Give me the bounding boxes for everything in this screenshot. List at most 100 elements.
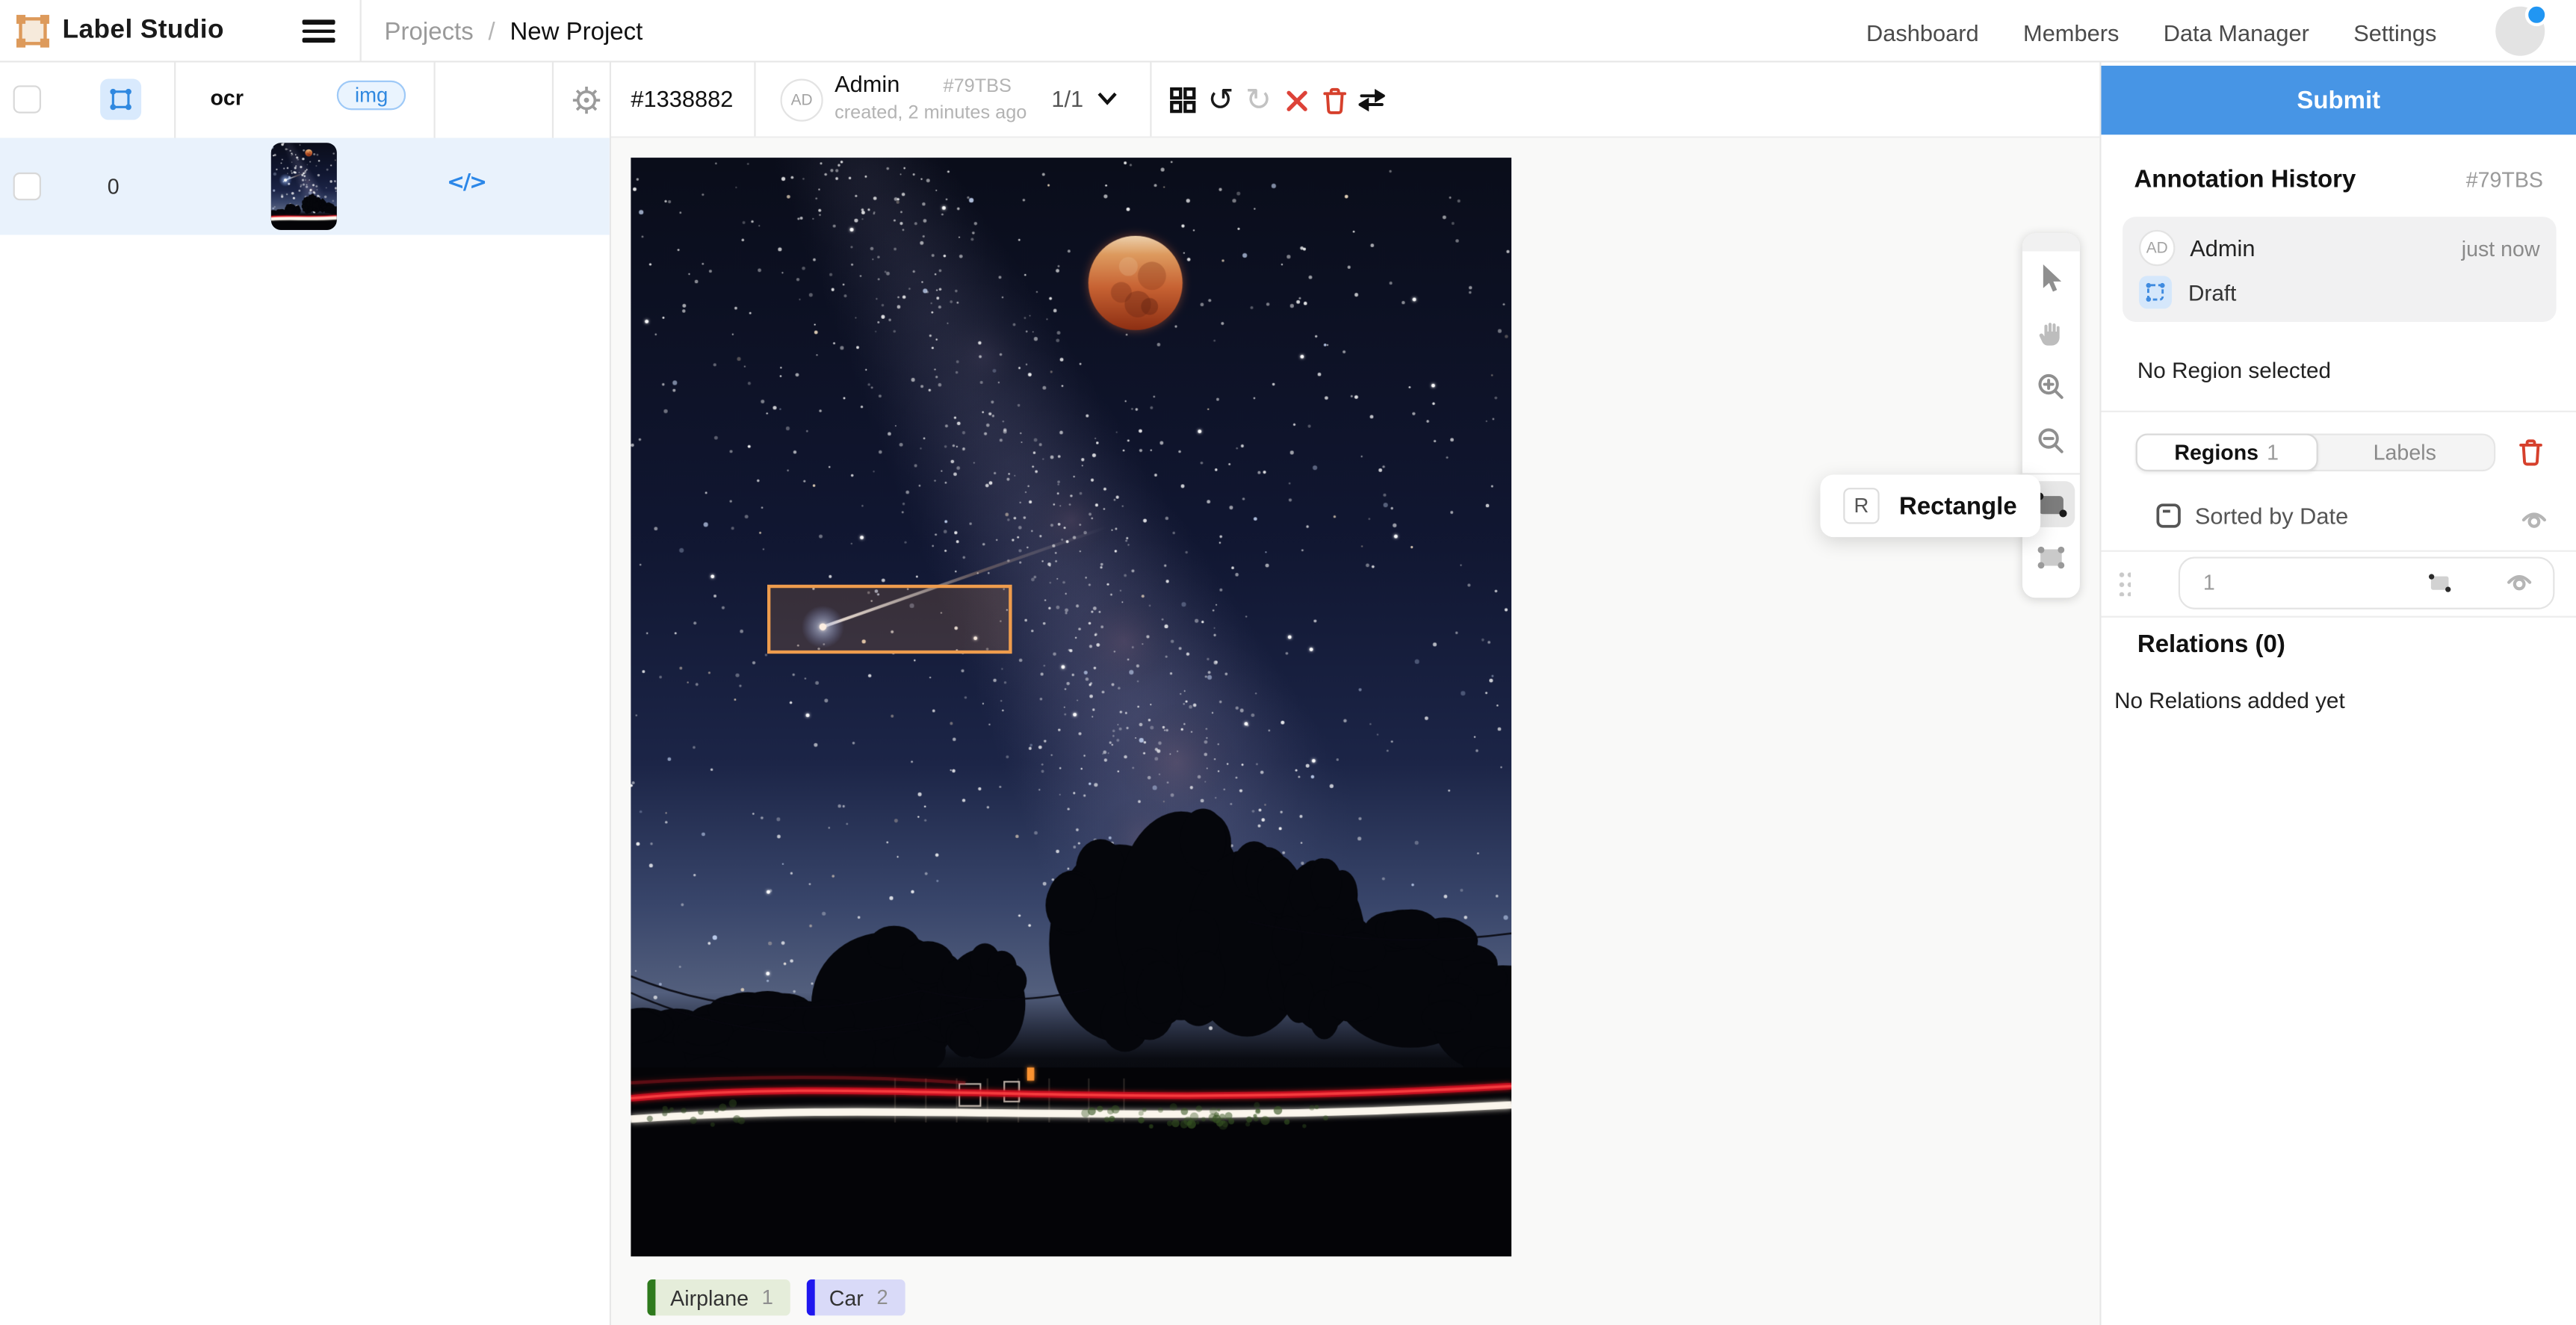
reject-button[interactable]	[1283, 81, 1309, 120]
label-name: Car	[829, 1285, 864, 1310]
nav-data-manager[interactable]: Data Manager	[2164, 19, 2309, 46]
swap-arrows-button[interactable]	[1359, 81, 1385, 120]
delete-annotation-button[interactable]	[1321, 81, 1347, 120]
history-item[interactable]: AD Admin just now Draft	[2123, 217, 2557, 322]
submit-button[interactable]: Submit	[2101, 66, 2576, 134]
regions-column-icon[interactable]	[100, 79, 141, 120]
annotation-ref: #79TBS	[944, 77, 1012, 96]
sidebar-divider	[434, 63, 436, 138]
cursor-tool[interactable]	[2022, 251, 2080, 305]
label-hotkey: 1	[762, 1286, 773, 1309]
tooltip-label: Rectangle	[1899, 492, 2017, 520]
toolbar-actions: ↺ ↻	[1170, 81, 1385, 120]
task-row[interactable]: 0 </>	[0, 138, 610, 235]
grid-view-button[interactable]	[1170, 81, 1196, 120]
label-chip-airplane[interactable]: Airplane 1	[647, 1279, 790, 1315]
trash-icon	[2518, 438, 2542, 466]
region-drag-handle[interactable]	[2117, 570, 2131, 596]
top-nav: Dashboard Members Data Manager Settings	[1866, 19, 2436, 46]
panel-divider	[2101, 616, 2576, 618]
annotator-name: Admin	[835, 71, 900, 97]
breadcrumb-projects-link[interactable]: Projects	[385, 18, 474, 46]
right-panel: Submit Annotation History #79TBS AD Admi…	[2099, 63, 2576, 1325]
top-header: Label Studio Projects / New Project Dash…	[0, 0, 2576, 63]
annotator-info: Admin #79TBS created, 2 minutes ago	[835, 72, 1027, 124]
select-all-checkbox[interactable]	[13, 85, 41, 113]
pager-value: 1/1	[1051, 85, 1083, 111]
relations-title: Relations (0)	[2137, 630, 2285, 658]
gear-icon[interactable]	[569, 82, 604, 118]
history-user-name: Admin	[2190, 235, 2255, 261]
notification-dot	[2525, 3, 2548, 26]
delete-all-regions-button[interactable]	[2513, 434, 2546, 472]
pan-tool[interactable]	[2022, 305, 2080, 360]
palette-divider	[2022, 473, 2080, 474]
nav-settings[interactable]: Settings	[2353, 19, 2436, 46]
redo-button[interactable]: ↻	[1245, 81, 1272, 120]
regions-count: 1	[2267, 440, 2279, 465]
hand-icon	[2037, 318, 2066, 348]
label-hotkey: 2	[876, 1286, 888, 1309]
zoom-out-tool[interactable]	[2022, 414, 2080, 468]
history-status: Draft	[2188, 280, 2236, 305]
history-avatar: AD	[2139, 230, 2175, 266]
task-id: #1338882	[631, 85, 733, 111]
region-list-item[interactable]: 1	[2101, 552, 2576, 616]
no-region-text: No Region selected	[2137, 358, 2331, 382]
nav-members[interactable]: Members	[2023, 19, 2119, 46]
label-chip-car[interactable]: Car 2	[806, 1279, 905, 1315]
region-item-box[interactable]: 1	[2179, 556, 2555, 609]
eye-icon	[2504, 568, 2532, 593]
tool-tooltip: R Rectangle	[1820, 475, 2040, 538]
tab-regions[interactable]: Regions 1	[2136, 434, 2318, 472]
undo-icon: ↺	[1207, 84, 1233, 116]
draft-icon	[2139, 276, 2172, 308]
chevron-down-icon	[1098, 92, 1118, 105]
regions-sort-row: Sorted by Date	[2101, 503, 2576, 542]
redo-icon: ↻	[1245, 84, 1272, 116]
task-thumbnail-wrap[interactable]	[271, 143, 337, 230]
sort-label: Sorted by Date	[2195, 503, 2348, 529]
task-sidebar: ocr img 0 </>	[0, 63, 611, 1325]
history-title: Annotation History	[2134, 166, 2356, 193]
zoom-in-tool[interactable]	[2022, 360, 2080, 415]
panel-divider	[2101, 411, 2576, 412]
relations-empty-text: No Relations added yet	[2114, 688, 2345, 713]
label-name: Airplane	[670, 1285, 749, 1310]
task-row-checkbox[interactable]	[13, 173, 41, 200]
region-id: 1	[2203, 570, 2215, 595]
nav-dashboard[interactable]: Dashboard	[1866, 19, 1979, 46]
toggle-all-visibility-button[interactable]	[2518, 506, 2548, 536]
app-logo-icon	[16, 15, 49, 48]
cursor-icon	[2040, 264, 2063, 292]
tab-labels[interactable]: Labels	[2315, 435, 2494, 470]
image-canvas-wrap	[631, 158, 1511, 1256]
menu-button[interactable]	[297, 11, 340, 51]
rectangle-3point-tool[interactable]	[2028, 534, 2075, 580]
annotation-pager[interactable]: 1/1	[1048, 82, 1121, 115]
img-field-badge: img	[337, 81, 406, 111]
undo-button[interactable]: ↺	[1207, 81, 1233, 120]
zoom-out-icon	[2037, 427, 2065, 455]
toolbar-divider	[754, 63, 755, 137]
history-annotation-ref: #79TBS	[2466, 167, 2543, 192]
source-code-icon[interactable]: </>	[447, 171, 486, 196]
hamburger-icon	[303, 20, 335, 25]
region-visibility-button[interactable]	[2504, 568, 2533, 598]
breadcrumb-separator: /	[489, 18, 495, 46]
app-title: Label Studio	[63, 16, 224, 46]
rectangle-3point-icon	[2034, 543, 2067, 571]
tool-palette	[2022, 233, 2080, 598]
user-avatar[interactable]	[2495, 7, 2545, 56]
annotation-rect[interactable]	[767, 585, 1012, 654]
annotation-workspace: Airplane 1 Car 2	[611, 138, 2099, 1325]
zoom-in-icon	[2037, 373, 2065, 400]
history-time: just now	[2462, 236, 2540, 261]
created-timestamp: created, 2 minutes ago	[835, 105, 1027, 124]
close-icon	[1284, 88, 1309, 113]
sort-icon	[2155, 503, 2182, 529]
sort-by-button[interactable]: Sorted by Date	[2155, 503, 2348, 529]
task-row-index: 0	[92, 174, 134, 199]
image-canvas[interactable]	[631, 158, 1511, 1256]
palette-drag-handle[interactable]	[2022, 233, 2080, 251]
